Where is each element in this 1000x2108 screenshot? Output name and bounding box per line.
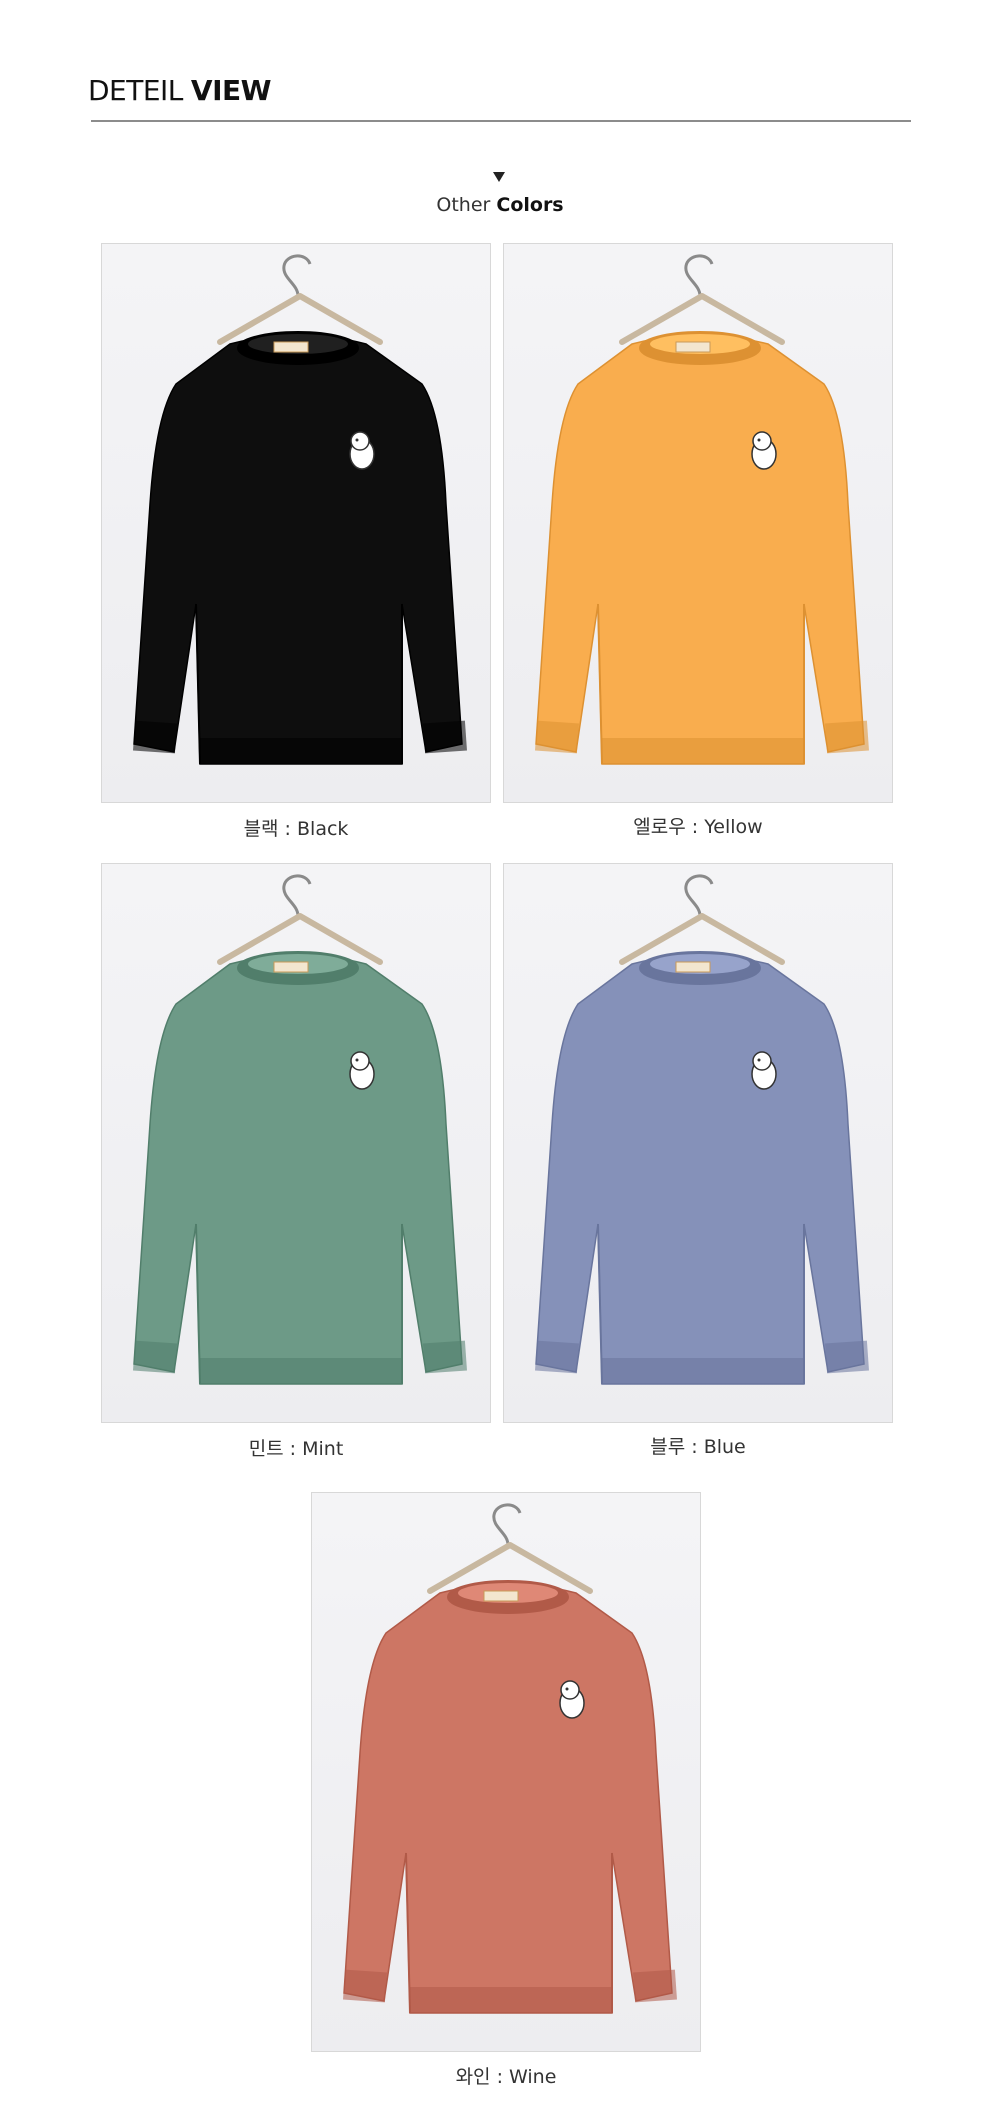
sweatshirt-body [535, 334, 865, 765]
section-subtitle: Other Colors [0, 194, 1000, 216]
sweatshirt-body [535, 954, 865, 1385]
product-photo-wine[interactable] [311, 1492, 701, 2052]
sweatshirt-left-cuff [535, 1340, 579, 1374]
brand-label [483, 1590, 519, 1602]
sweatshirt-right-cuff [825, 1340, 869, 1374]
sweatshirt-body [133, 334, 463, 765]
sweatshirt-hem-rib [602, 1358, 804, 1384]
color-label-black: 블랙 : Black [243, 818, 349, 840]
sweatshirt-black-image [133, 254, 467, 765]
sweatshirt-left-cuff [535, 720, 579, 754]
page-title-bold: VIEW [190, 74, 272, 107]
brand-label [273, 961, 309, 973]
sweatshirt-left-cuff [133, 1340, 177, 1374]
page-title-light: DETEIL [88, 74, 183, 107]
product-photo-yellow[interactable] [503, 243, 893, 803]
sweatshirt-body [133, 954, 463, 1385]
sweatshirt-left-cuff [133, 720, 177, 754]
color-label-yellow: 엘로우 : Yellow [633, 816, 763, 838]
sweatshirt-body [343, 1583, 673, 2014]
sweatshirt-hem-rib [602, 738, 804, 764]
sweatshirt-hem-rib [200, 1358, 402, 1384]
section-subtitle-light: Other [436, 194, 491, 216]
product-photo-mint[interactable] [101, 863, 491, 1423]
color-label-wine: 와인 : Wine [455, 2066, 557, 2088]
sweatshirt-right-cuff [423, 1340, 467, 1374]
sweatshirt-left-cuff [343, 1969, 387, 2003]
brand-label [273, 341, 309, 353]
section-subtitle-bold: Colors [496, 194, 564, 216]
down-arrow-icon [493, 172, 505, 182]
product-photo-blue[interactable] [503, 863, 893, 1423]
sweatshirt-right-cuff [825, 720, 869, 754]
sweatshirt-blue-image [535, 874, 869, 1385]
sweatshirt-hem-rib [200, 738, 402, 764]
product-photo-black[interactable] [101, 243, 491, 803]
sweatshirt-mint-image [133, 874, 467, 1385]
sweatshirt-right-cuff [423, 720, 467, 754]
color-label-blue: 블루 : Blue [650, 1436, 746, 1458]
hanger-hook [684, 874, 714, 917]
title-divider [91, 120, 911, 122]
page-title: DETEIL VIEW [88, 74, 272, 107]
sweatshirt-right-cuff [633, 1969, 677, 2003]
hanger-hook [282, 874, 312, 917]
brand-label [675, 341, 711, 353]
color-label-mint: 민트 : Mint [248, 1438, 344, 1460]
hanger-hook [282, 254, 312, 297]
hanger-hook [684, 254, 714, 297]
hanger-hook [492, 1503, 522, 1546]
sweatshirt-yellow-image [535, 254, 869, 765]
sweatshirt-wine-image [343, 1503, 677, 2014]
brand-label [675, 961, 711, 973]
sweatshirt-hem-rib [410, 1987, 612, 2013]
